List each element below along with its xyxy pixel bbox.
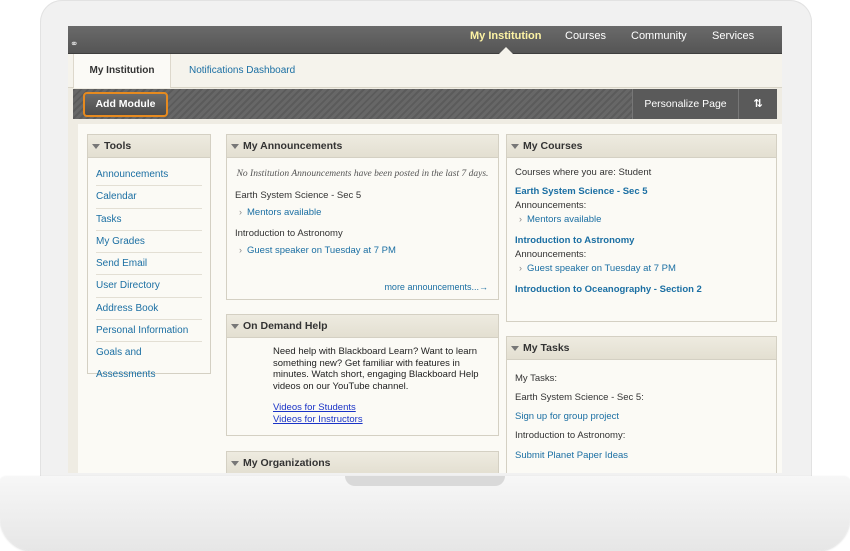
tools-module: Tools Announcements Calendar Tasks My Gr… xyxy=(87,134,211,380)
announcements-module-header[interactable]: My Announcements xyxy=(227,135,498,158)
tool-send-email[interactable]: Send Email xyxy=(96,253,202,276)
chevron-right-icon: › xyxy=(519,214,522,224)
module-title: My Organizations xyxy=(243,457,331,469)
my-courses-module: My Courses Courses where you are: Studen… xyxy=(506,134,777,322)
course-announcement-label[interactable]: Guest speaker on Tuesday at 7 PM xyxy=(527,263,676,274)
task-course-name: Earth System Science - Sec 5: xyxy=(515,392,644,403)
tool-my-grades[interactable]: My Grades xyxy=(96,231,202,254)
my-tasks-module: My Tasks My Tasks: Earth System Science … xyxy=(506,336,777,473)
module-title: On Demand Help xyxy=(243,320,328,332)
active-tab-caret xyxy=(499,47,513,54)
organizations-module-header[interactable]: My Organizations xyxy=(227,452,498,473)
reorder-icon[interactable]: ⇅ xyxy=(738,89,777,119)
module-title: My Tasks xyxy=(523,342,570,354)
announcement-item-label[interactable]: Guest speaker on Tuesday at 7 PM xyxy=(247,245,396,256)
courses-role-label: Courses where you are: Student xyxy=(515,167,652,178)
tasks-module-header[interactable]: My Tasks xyxy=(507,337,776,360)
tasks-label: My Tasks: xyxy=(515,373,558,384)
module-title: My Announcements xyxy=(243,140,343,152)
course-announcement-label[interactable]: Mentors available xyxy=(527,214,601,225)
courses-module-header[interactable]: My Courses xyxy=(507,135,776,158)
collapse-triangle-icon[interactable] xyxy=(231,323,239,329)
course-announcements-label: Announcements: xyxy=(515,200,587,211)
laptop-base xyxy=(0,476,850,551)
tab-community[interactable]: Community xyxy=(631,26,687,54)
course-announcements-label: Announcements: xyxy=(515,249,587,260)
course-link-intro-oceanography[interactable]: Introduction to Oceanography - Section 2 xyxy=(507,284,776,295)
tools-module-header[interactable]: Tools xyxy=(88,135,210,158)
collapse-triangle-icon[interactable] xyxy=(511,143,519,149)
chevron-right-icon: › xyxy=(239,207,242,217)
announcements-module: My Announcements No Institution Announce… xyxy=(226,134,499,300)
tool-user-directory[interactable]: User Directory xyxy=(96,275,202,298)
content-area: Tools Announcements Calendar Tasks My Gr… xyxy=(78,124,782,473)
task-link[interactable]: Submit Planet Paper Ideas xyxy=(507,450,776,461)
collapse-triangle-icon[interactable] xyxy=(231,460,239,466)
course-announcement-item[interactable]: › Mentors available xyxy=(507,214,776,225)
subtabs: My Institution Notifications Dashboard xyxy=(68,54,782,88)
top-navigation: ⚭ My Institution Courses Community Servi… xyxy=(68,26,782,54)
on-demand-help-module: On Demand Help Need help with Blackboard… xyxy=(226,314,499,436)
collapse-triangle-icon[interactable] xyxy=(511,345,519,351)
module-title: My Courses xyxy=(523,140,583,152)
tool-calendar[interactable]: Calendar xyxy=(96,186,202,209)
action-bar: Add Module Personalize Page ⇅ xyxy=(73,89,777,119)
subtab-notifications-dashboard[interactable]: Notifications Dashboard xyxy=(189,54,295,88)
task-course-name: Introduction to Astronomy: xyxy=(515,430,626,441)
tab-courses[interactable]: Courses xyxy=(565,26,606,54)
my-organizations-module: My Organizations xyxy=(226,451,499,473)
help-description: Need help with Blackboard Learn? Want to… xyxy=(273,346,479,392)
chevron-right-icon: › xyxy=(519,263,522,273)
course-link-intro-astronomy[interactable]: Introduction to Astronomy xyxy=(507,235,776,246)
course-link-earth-system-science[interactable]: Earth System Science - Sec 5 xyxy=(507,186,776,197)
course-announcement-item[interactable]: › Guest speaker on Tuesday at 7 PM xyxy=(507,263,776,274)
module-title: Tools xyxy=(104,140,132,152)
tab-services[interactable]: Services xyxy=(712,26,754,54)
subtab-my-institution[interactable]: My Institution xyxy=(73,54,171,88)
add-module-button[interactable]: Add Module xyxy=(83,92,168,117)
task-link[interactable]: Sign up for group project xyxy=(507,411,776,422)
announcement-item[interactable]: › Mentors available xyxy=(227,207,498,218)
laptop-notch xyxy=(345,476,505,486)
collapse-triangle-icon[interactable] xyxy=(231,143,239,149)
more-announcements-link[interactable]: more announcements...→ xyxy=(384,282,488,292)
videos-for-instructors-link[interactable]: Videos for Instructors xyxy=(227,414,498,426)
tool-announcements[interactable]: Announcements xyxy=(96,164,202,187)
tool-goals-and-assessments[interactable]: Goals and Assessments xyxy=(96,342,202,380)
tool-tasks[interactable]: Tasks xyxy=(96,209,202,231)
collapse-triangle-icon[interactable] xyxy=(92,143,100,149)
tools-list: Announcements Calendar Tasks My Grades S… xyxy=(88,158,210,380)
link-icon[interactable]: ⚭ xyxy=(70,39,78,50)
announcement-course-name: Introduction to Astronomy xyxy=(235,228,343,239)
personalize-page-button[interactable]: Personalize Page xyxy=(632,89,738,119)
tool-personal-information[interactable]: Personal Information xyxy=(96,320,202,343)
help-module-header[interactable]: On Demand Help xyxy=(227,315,498,338)
tool-address-book[interactable]: Address Book xyxy=(96,298,202,321)
announcement-course-name: Earth System Science - Sec 5 xyxy=(235,190,362,201)
screen: ⚭ My Institution Courses Community Servi… xyxy=(68,26,782,473)
chevron-right-icon: › xyxy=(239,245,242,255)
videos-for-students-link[interactable]: Videos for Students xyxy=(227,402,498,414)
announcement-item[interactable]: › Guest speaker on Tuesday at 7 PM xyxy=(227,245,498,256)
no-announcements-message: No Institution Announcements have been p… xyxy=(236,169,489,179)
announcement-item-label[interactable]: Mentors available xyxy=(247,207,321,218)
